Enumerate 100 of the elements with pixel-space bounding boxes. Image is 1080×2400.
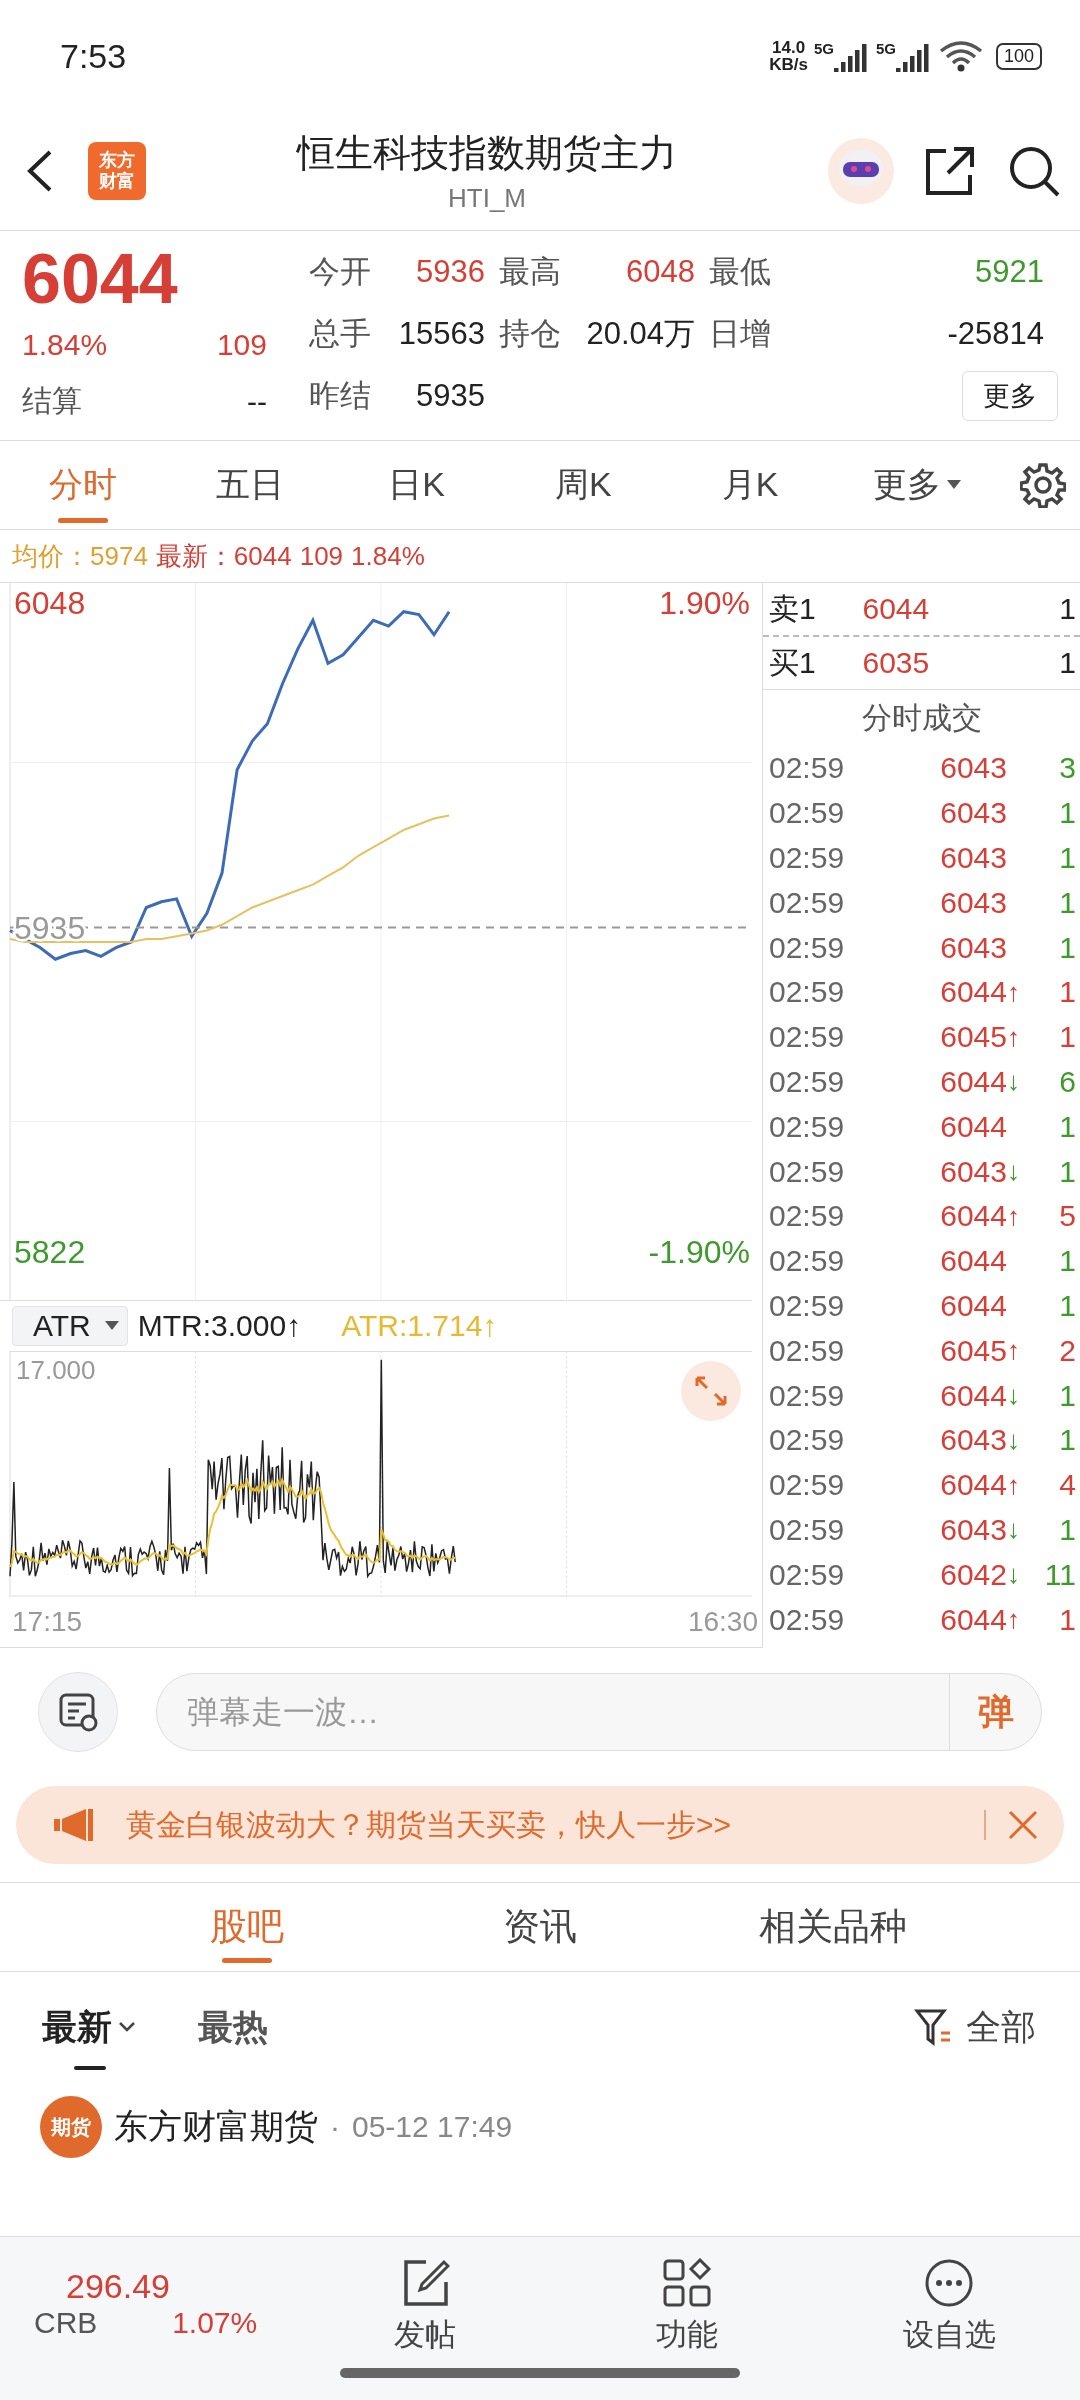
trade-price: 6045 xyxy=(939,1020,1007,1055)
expand-icon[interactable] xyxy=(681,1361,741,1421)
filter-button[interactable]: 全部 xyxy=(908,2002,1042,2052)
trade-time: 02:59 xyxy=(769,751,846,786)
trade-arrow: ↑ xyxy=(1007,976,1020,1007)
trade-time: 02:59 xyxy=(769,1199,846,1234)
trade-time: 02:59 xyxy=(769,841,846,875)
trade-arrow: ↓ xyxy=(1007,1559,1020,1590)
change-value: 109 xyxy=(216,328,267,363)
indicator-dropdown[interactable]: ATR xyxy=(12,1306,128,1346)
post-separator: · xyxy=(330,2110,340,2144)
trade-arrow: ↑ xyxy=(1007,1469,1020,1500)
trade-arrow: ↓ xyxy=(1007,1514,1020,1545)
trade-time: 02:59 xyxy=(769,930,846,965)
trade-time: 02:59 xyxy=(769,1512,846,1547)
field-value: 15563 xyxy=(397,316,486,352)
field-label: 持仓 xyxy=(499,315,562,353)
field-value: -- xyxy=(247,384,267,419)
trade-time: 02:59 xyxy=(769,1602,846,1637)
atr-value: ATR:1.714↑ xyxy=(341,1309,498,1343)
latest-price: 最新：6044 xyxy=(155,539,292,573)
field-label: 最高 xyxy=(499,253,562,291)
close-icon[interactable] xyxy=(1008,1810,1038,1840)
trade-price: 6043 xyxy=(939,751,1007,786)
order-price: 6035 xyxy=(862,646,931,680)
section-tab[interactable]: 资讯 xyxy=(393,1883,687,1971)
trade-volume: 1 xyxy=(1058,1602,1076,1637)
trade-volume: 1 xyxy=(1058,796,1076,831)
order-price: 6044 xyxy=(862,592,931,626)
axis-label: 5822 xyxy=(14,1234,86,1271)
trade-price: 6043 xyxy=(939,1154,1007,1189)
period-tab[interactable]: 月K xyxy=(666,441,834,529)
order-volume: 1 xyxy=(1059,592,1076,626)
contract-code: HTI_M xyxy=(448,183,526,214)
trade-price: 6043 xyxy=(939,796,1007,831)
change-percent: 1.84% xyxy=(351,540,425,572)
post-time: 05-12 17:49 xyxy=(352,2110,513,2144)
percent-label: 1.90% xyxy=(659,585,750,622)
change-percent: 1.84% xyxy=(22,328,108,363)
sort-tab[interactable]: 最新 xyxy=(42,1982,136,2072)
mtr-value: MTR:3.000↑ xyxy=(137,1309,302,1343)
trade-price: 6043 xyxy=(939,885,1007,920)
sort-tab[interactable]: 最热 xyxy=(198,1982,268,2072)
app-logo: 东方 财富 xyxy=(88,142,146,200)
field-value: 6048 xyxy=(625,254,696,290)
field-label: 最低 xyxy=(709,253,772,291)
trade-volume: 1 xyxy=(1058,1423,1076,1458)
trades-title: 分时成交 xyxy=(860,699,983,736)
battery-indicator: 100 xyxy=(995,42,1042,70)
trade-price: 6044 xyxy=(939,1199,1007,1234)
field-label: 结算 xyxy=(22,383,82,420)
trade-volume: 1 xyxy=(1058,1244,1076,1279)
trade-time: 02:59 xyxy=(769,1244,846,1279)
period-tab[interactable]: 更多 xyxy=(833,441,1001,529)
chevron-icon xyxy=(118,2021,136,2033)
trade-arrow: ↑ xyxy=(1007,1604,1020,1635)
trade-price: 6044 xyxy=(939,975,1007,1010)
settings-icon[interactable] xyxy=(1020,462,1067,508)
megaphone-icon xyxy=(54,1809,94,1841)
trade-arrow: ↑ xyxy=(1007,1021,1020,1052)
period-tab[interactable]: 五日 xyxy=(166,441,334,529)
trade-price: 6044 xyxy=(939,1244,1007,1279)
trade-price: 6044 xyxy=(939,1602,1007,1637)
trade-price: 6043 xyxy=(939,1423,1007,1458)
caret-icon xyxy=(104,1321,119,1331)
trade-volume: 1 xyxy=(1058,841,1076,875)
trade-time: 02:59 xyxy=(769,1154,846,1189)
trade-volume: 1 xyxy=(1058,1512,1076,1547)
robot-icon[interactable] xyxy=(828,138,894,204)
order-volume: 1 xyxy=(1059,646,1076,680)
trade-time: 02:59 xyxy=(769,885,846,920)
more-icon xyxy=(924,2258,974,2308)
bottom-action[interactable]: 功能 xyxy=(556,2257,818,2400)
more-button[interactable]: 更多 xyxy=(962,371,1058,421)
trade-price: 6043 xyxy=(939,930,1007,965)
author-name[interactable]: 东方财富期货 xyxy=(114,2104,318,2150)
status-time: 7:53 xyxy=(60,36,128,76)
period-tab[interactable]: 日K xyxy=(333,441,500,529)
trade-time: 02:59 xyxy=(769,796,846,831)
axis-label: 16:30 xyxy=(687,1606,758,1638)
trade-volume: 1 xyxy=(1058,1020,1076,1055)
network-speed: 14.0 KB/s xyxy=(769,39,808,73)
trade-volume: 1 xyxy=(1058,930,1076,965)
trade-price: 6044 xyxy=(939,1468,1007,1503)
field-label: 日增 xyxy=(709,315,772,353)
period-tab[interactable]: 周K xyxy=(500,441,667,529)
bottom-action[interactable]: 发帖 xyxy=(294,2257,556,2400)
section-tab[interactable]: 相关品种 xyxy=(686,1883,980,1971)
bottom-action[interactable]: 设自选 xyxy=(818,2257,1080,2400)
trade-volume: 3 xyxy=(1058,751,1076,786)
field-label: 总手 xyxy=(309,315,372,353)
trade-volume: 4 xyxy=(1058,1468,1076,1503)
field-value: 5921 xyxy=(974,254,1045,290)
trade-arrow: ↓ xyxy=(1007,1156,1020,1187)
trade-arrow: ↓ xyxy=(1007,1066,1020,1097)
field-value: 5936 xyxy=(415,254,486,290)
average-price: 均价：5974 xyxy=(12,539,148,573)
ticker-widget[interactable]: 296.49 CRB 1.07% xyxy=(0,2257,294,2400)
trade-time: 02:59 xyxy=(769,1288,846,1323)
field-label: 今开 xyxy=(309,253,372,291)
